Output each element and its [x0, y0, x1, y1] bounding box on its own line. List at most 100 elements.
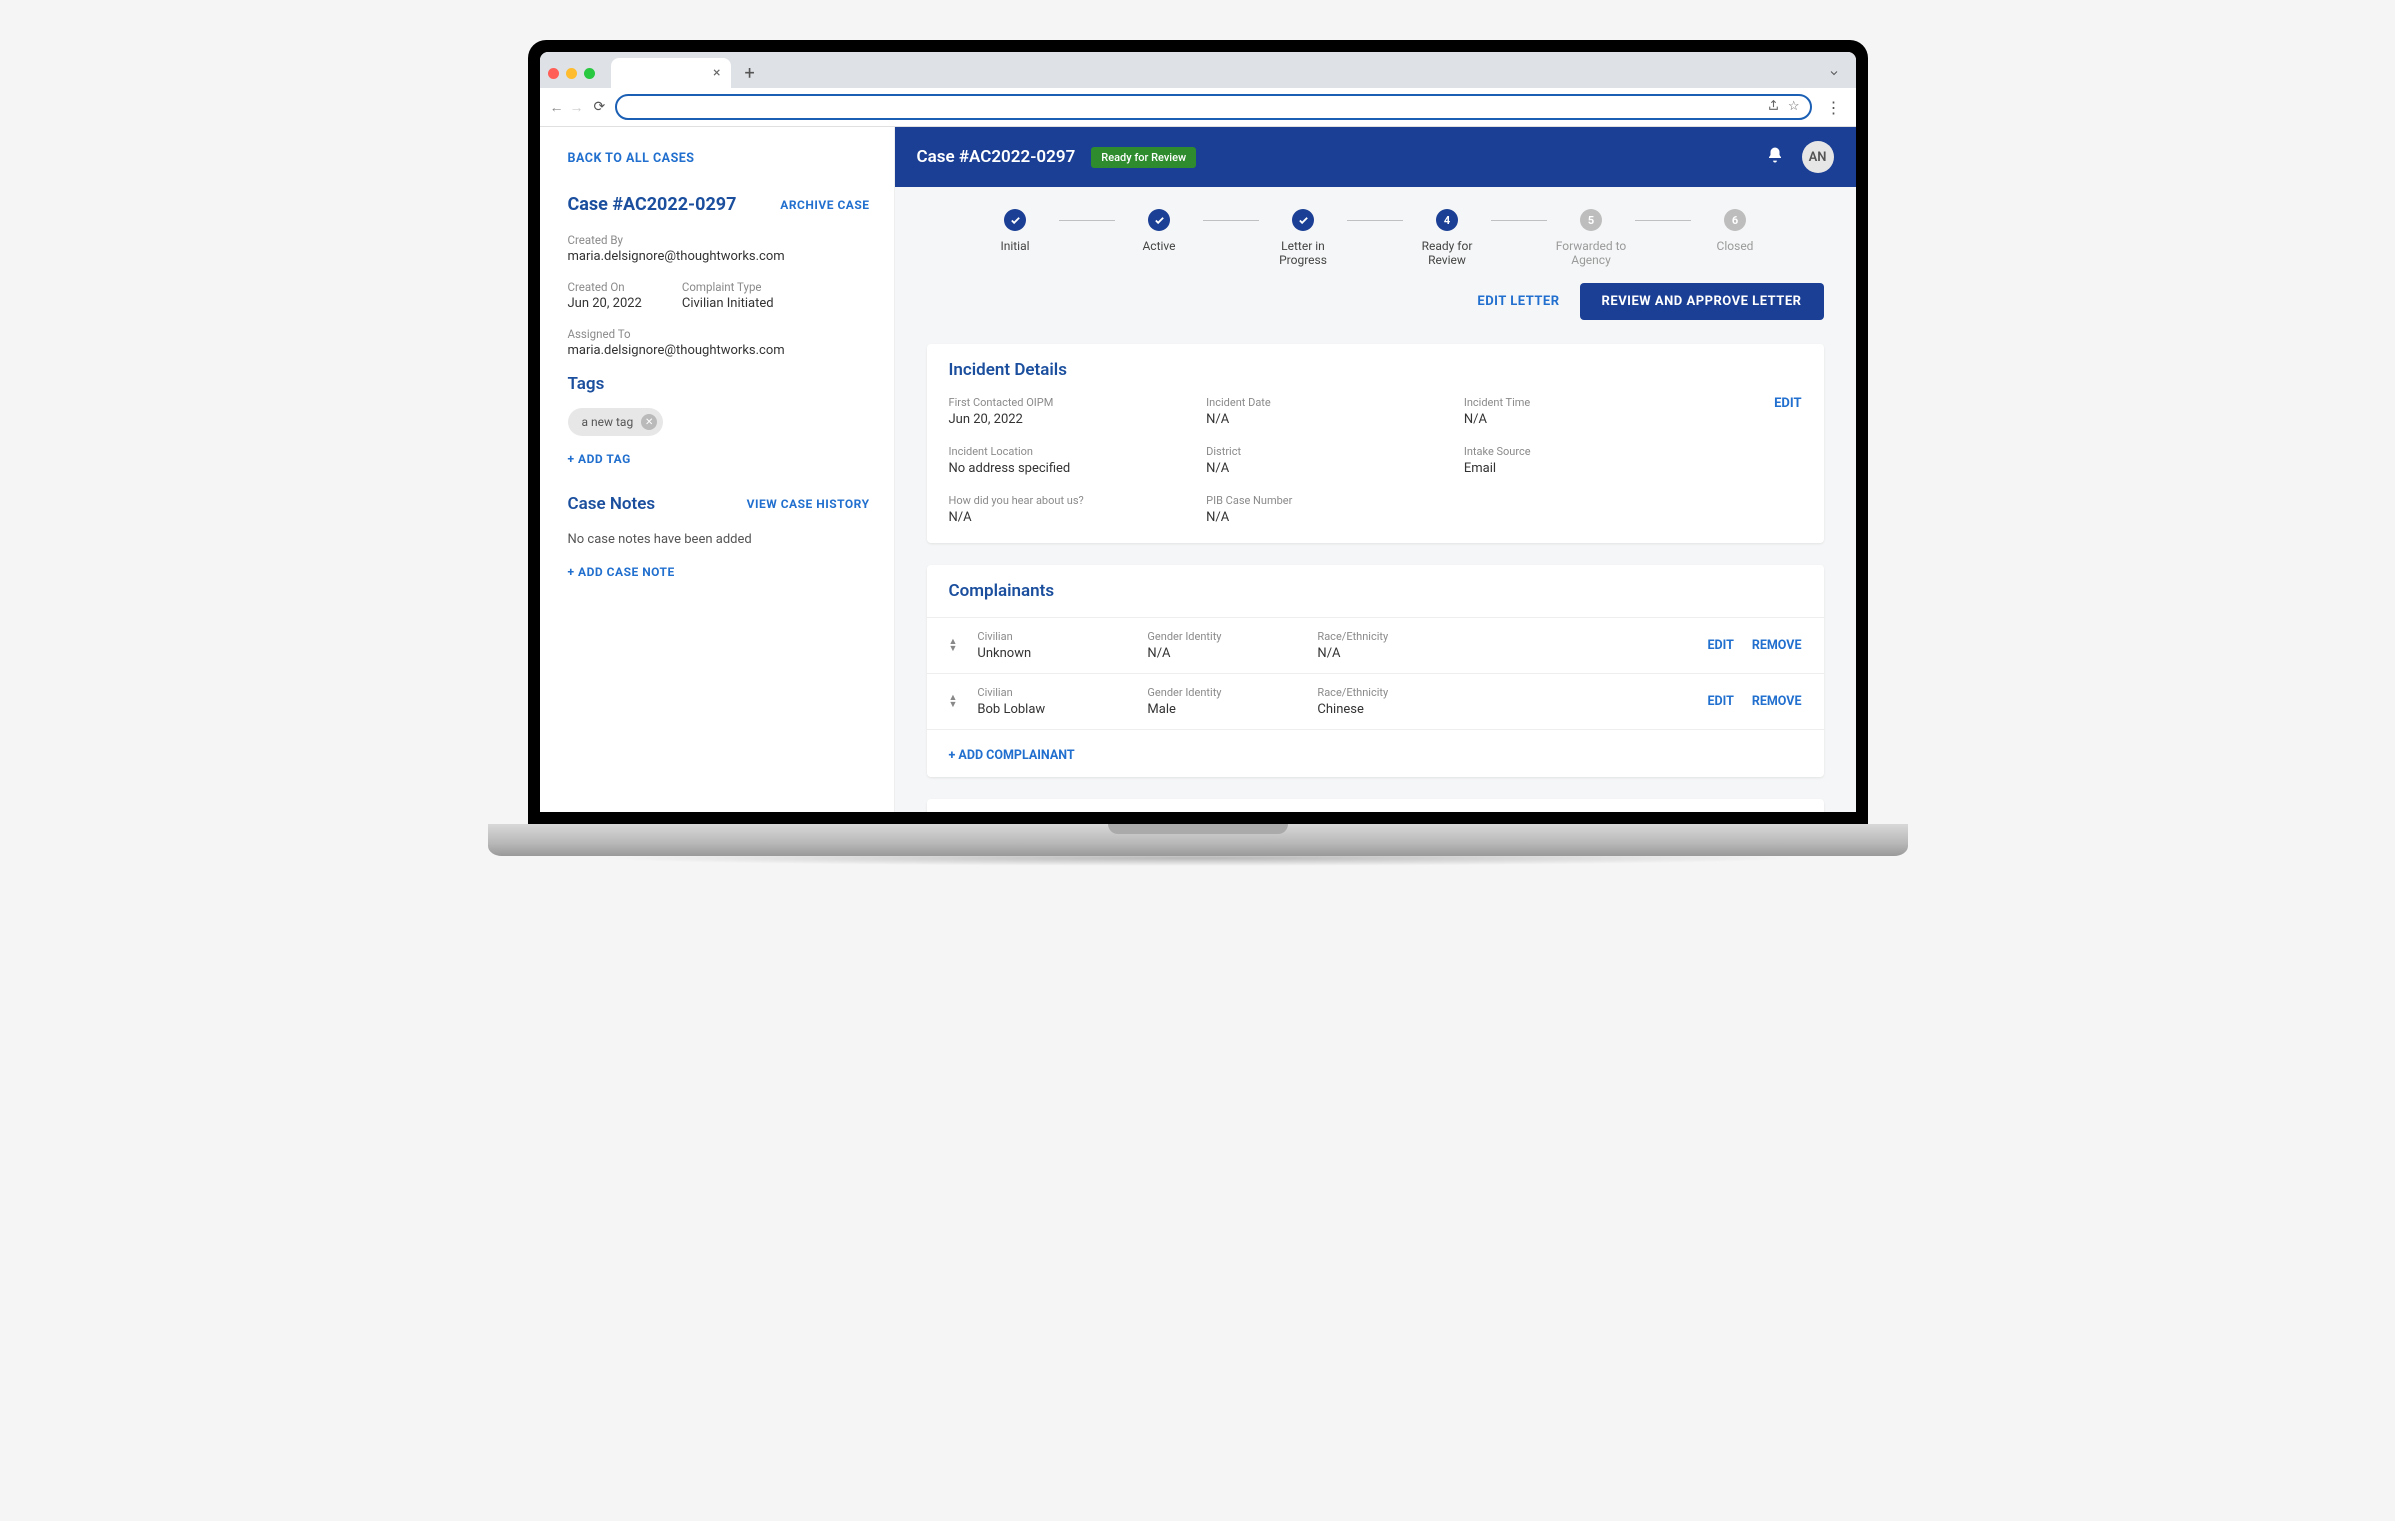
step-label: Forwarded to Agency: [1547, 239, 1635, 267]
step-label: Letter in Progress: [1259, 239, 1347, 267]
add-tag-button[interactable]: + ADD TAG: [568, 452, 870, 466]
step-connector: [1203, 220, 1259, 221]
remove-complainant-button[interactable]: REMOVE: [1752, 694, 1802, 709]
complainants-header: Complainants: [927, 565, 1824, 617]
edit-complainant-button[interactable]: EDIT: [1707, 638, 1733, 653]
laptop-frame: × + ← → ⟳: [528, 40, 1868, 856]
browser-tab[interactable]: ×: [611, 58, 731, 88]
witnesses-card: Witnesses: [927, 799, 1824, 812]
complainant-row: ▲▼ Civilian Unknown Gender Identity: [927, 617, 1824, 673]
edit-letter-button[interactable]: EDIT LETTER: [1477, 294, 1559, 309]
created-on-label: Created On: [568, 280, 642, 294]
laptop-base: [488, 824, 1908, 856]
step-letter-in-progress: Letter in Progress: [1259, 209, 1347, 267]
progress-track: Initial Active: [927, 209, 1824, 267]
created-on-value: Jun 20, 2022: [568, 296, 642, 311]
case-header-title: Case #AC2022-0297: [917, 147, 1076, 167]
step-connector: [1635, 220, 1691, 221]
back-icon[interactable]: ←: [550, 99, 564, 116]
assigned-to-value: maria.delsignore@thoughtworks.com: [568, 343, 870, 358]
case-header: Case #AC2022-0297 Ready for Review AN: [895, 127, 1856, 187]
laptop-screen: × + ← → ⟳: [528, 40, 1868, 824]
gender-value: N/A: [1147, 646, 1287, 661]
tag-remove-icon[interactable]: ✕: [641, 414, 657, 430]
first-contacted-label: First Contacted OIPM: [949, 396, 1187, 409]
case-notes-header: Case Notes: [568, 494, 656, 514]
forward-icon[interactable]: →: [570, 99, 584, 116]
step-circle-pending: 6: [1724, 209, 1746, 231]
hear-about-label: How did you hear about us?: [949, 494, 1187, 507]
main-panel: Case #AC2022-0297 Ready for Review AN: [895, 127, 1856, 812]
incident-details-card: Incident Details First Contacted OIPM Ju…: [927, 344, 1824, 543]
incident-location-label: Incident Location: [949, 445, 1187, 458]
add-complainant-button[interactable]: + ADD COMPLAINANT: [949, 748, 1075, 763]
app-body: BACK TO ALL CASES Case #AC2022-0297 ARCH…: [540, 127, 1856, 812]
complaint-type-value: Civilian Initiated: [682, 296, 774, 311]
step-label: Closed: [1691, 239, 1779, 253]
intake-source-label: Intake Source: [1464, 445, 1702, 458]
created-by-value: maria.delsignore@thoughtworks.com: [568, 249, 870, 264]
complainant-name-value: Bob Loblaw: [977, 702, 1117, 717]
incident-details-header: Incident Details: [927, 344, 1824, 396]
incident-date-label: Incident Date: [1206, 396, 1444, 409]
review-approve-button[interactable]: REVIEW AND APPROVE LETTER: [1580, 283, 1824, 320]
first-contacted-value: Jun 20, 2022: [949, 412, 1187, 427]
browser-window: × + ← → ⟳: [540, 52, 1856, 812]
expand-handle-icon[interactable]: ▲▼: [949, 639, 958, 652]
race-value: Chinese: [1317, 702, 1457, 717]
race-label: Race/Ethnicity: [1317, 630, 1457, 643]
step-label: Active: [1115, 239, 1203, 253]
hear-about-value: N/A: [949, 510, 1187, 525]
step-circle-done: [1148, 209, 1170, 231]
created-by-label: Created By: [568, 233, 870, 247]
reload-icon[interactable]: ⟳: [594, 99, 606, 115]
step-circle-done: [1292, 209, 1314, 231]
address-bar[interactable]: ☆: [615, 94, 1811, 120]
main-body: Initial Active: [895, 187, 1856, 812]
complainant-row: ▲▼ Civilian Bob Loblaw Gender Identity: [927, 673, 1824, 729]
incident-date-value: N/A: [1206, 412, 1444, 427]
edit-complainant-button[interactable]: EDIT: [1707, 694, 1733, 709]
gender-value: Male: [1147, 702, 1287, 717]
tag-chip: a new tag ✕: [568, 408, 664, 436]
avatar[interactable]: AN: [1802, 141, 1834, 173]
url-input[interactable]: [627, 100, 1759, 115]
step-forwarded: 5 Forwarded to Agency: [1547, 209, 1635, 267]
close-window-icon[interactable]: [548, 68, 559, 79]
remove-complainant-button[interactable]: REMOVE: [1752, 638, 1802, 653]
back-to-cases-link[interactable]: BACK TO ALL CASES: [568, 151, 870, 166]
add-case-note-button[interactable]: + ADD CASE NOTE: [568, 565, 870, 579]
race-label: Race/Ethnicity: [1317, 686, 1457, 699]
share-icon[interactable]: [1767, 99, 1780, 116]
minimize-window-icon[interactable]: [566, 68, 577, 79]
step-circle-done: [1004, 209, 1026, 231]
edit-incident-button[interactable]: EDIT: [1722, 396, 1802, 411]
archive-case-button[interactable]: ARCHIVE CASE: [780, 198, 869, 212]
maximize-window-icon[interactable]: [584, 68, 595, 79]
no-notes-text: No case notes have been added: [568, 532, 870, 547]
sidebar-case-title: Case #AC2022-0297: [568, 194, 737, 215]
action-row: EDIT LETTER REVIEW AND APPROVE LETTER: [927, 283, 1824, 320]
step-circle-current: 4: [1436, 209, 1458, 231]
step-initial: Initial: [971, 209, 1059, 253]
view-case-history-button[interactable]: VIEW CASE HISTORY: [747, 497, 870, 511]
tag-label: a new tag: [582, 415, 634, 429]
bookmark-star-icon[interactable]: ☆: [1788, 99, 1800, 116]
tab-bar: × +: [540, 52, 1856, 88]
gender-label: Gender Identity: [1147, 686, 1287, 699]
browser-menu-icon[interactable]: ⋮: [1822, 98, 1846, 117]
step-connector: [1059, 220, 1115, 221]
step-connector: [1491, 220, 1547, 221]
status-badge: Ready for Review: [1091, 147, 1196, 168]
complainant-name-value: Unknown: [977, 646, 1117, 661]
complainant-type-label: Civilian: [977, 686, 1117, 699]
assigned-to-label: Assigned To: [568, 327, 870, 341]
notifications-icon[interactable]: [1766, 146, 1784, 169]
expand-handle-icon[interactable]: ▲▼: [949, 695, 958, 708]
browser-toolbar: ← → ⟳ ☆ ⋮: [540, 88, 1856, 127]
new-tab-button[interactable]: +: [739, 63, 761, 84]
close-tab-icon[interactable]: ×: [713, 65, 720, 81]
tab-overflow-chevron-icon[interactable]: [1828, 64, 1848, 83]
pib-label: PIB Case Number: [1206, 494, 1444, 507]
laptop-base-notch: [1108, 824, 1288, 834]
